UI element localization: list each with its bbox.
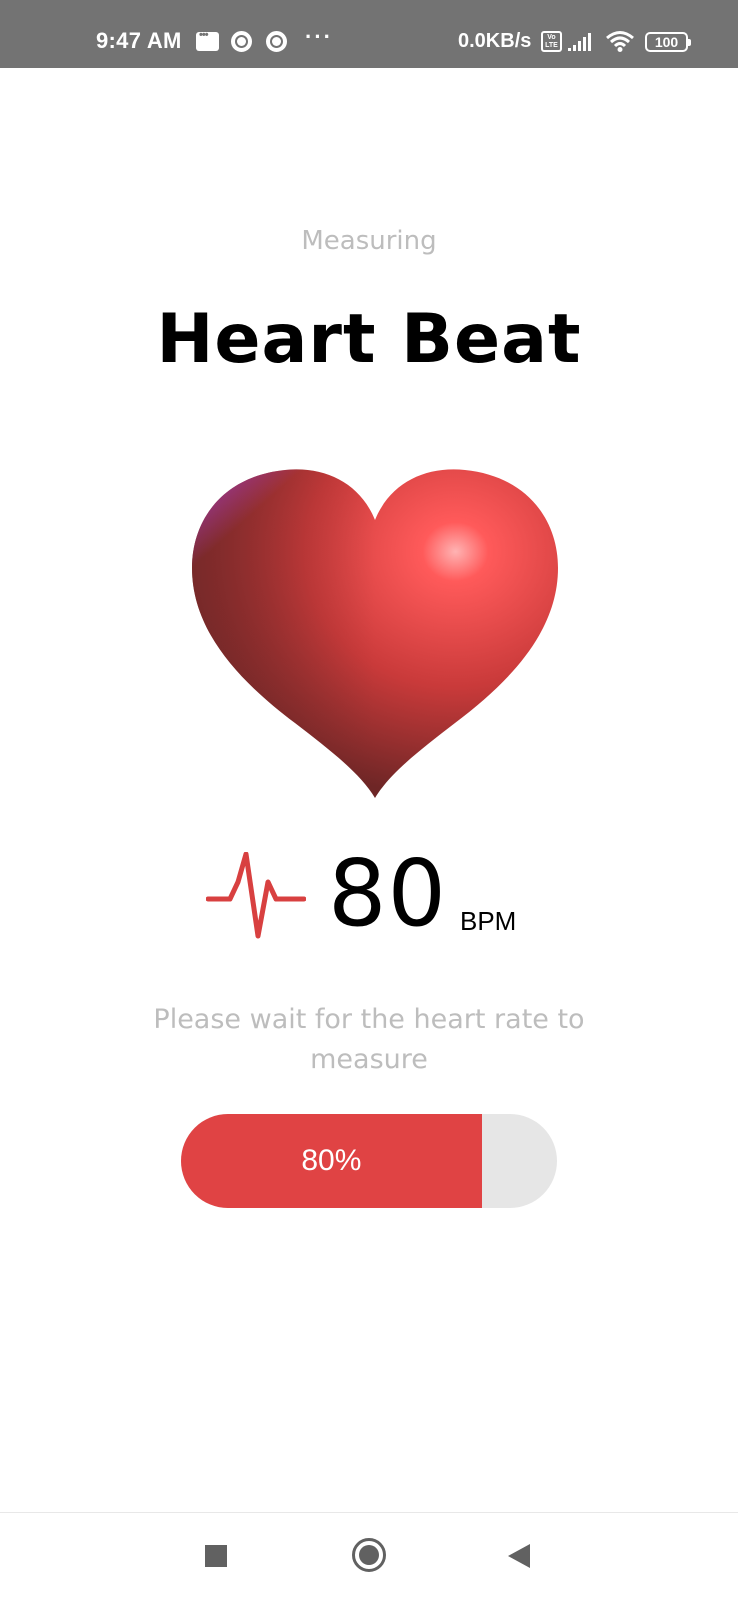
signal-icon — [568, 33, 591, 51]
recents-square-icon[interactable] — [205, 1545, 227, 1567]
nav-divider — [0, 1512, 738, 1513]
heart-3d-icon — [192, 469, 558, 798]
progress-label: 80% — [301, 1144, 362, 1177]
chrome-icon — [266, 31, 287, 52]
wifi-icon — [606, 31, 634, 52]
battery-icon: 100 — [645, 32, 691, 52]
status-time: 9:47 AM — [96, 28, 182, 53]
volte-icon: Vo LTE — [541, 31, 562, 52]
bpm-unit: BPM — [460, 906, 517, 936]
page-title: Heart Beat — [156, 300, 582, 379]
bpm-value: 80 — [328, 840, 448, 947]
network-speed: 0.0KB/s — [458, 30, 532, 52]
measuring-label: Measuring — [301, 226, 437, 256]
more-icon: ··· — [305, 24, 333, 49]
bpm-readout: 80 BPM — [0, 838, 738, 948]
measurement-progress-bar: 80% — [181, 1114, 557, 1208]
status-bar: 9:47 AM ··· 0.0KB/s VoLTE 100 — [0, 0, 738, 68]
chrome-icon — [231, 31, 252, 52]
wait-message: Please wait for the heart rate to measur… — [153, 1004, 585, 1075]
heart-rate-pulse-icon — [206, 852, 306, 939]
home-circle-icon[interactable] — [352, 1538, 386, 1572]
back-triangle-icon[interactable] — [508, 1544, 530, 1568]
message-icon — [196, 29, 219, 51]
